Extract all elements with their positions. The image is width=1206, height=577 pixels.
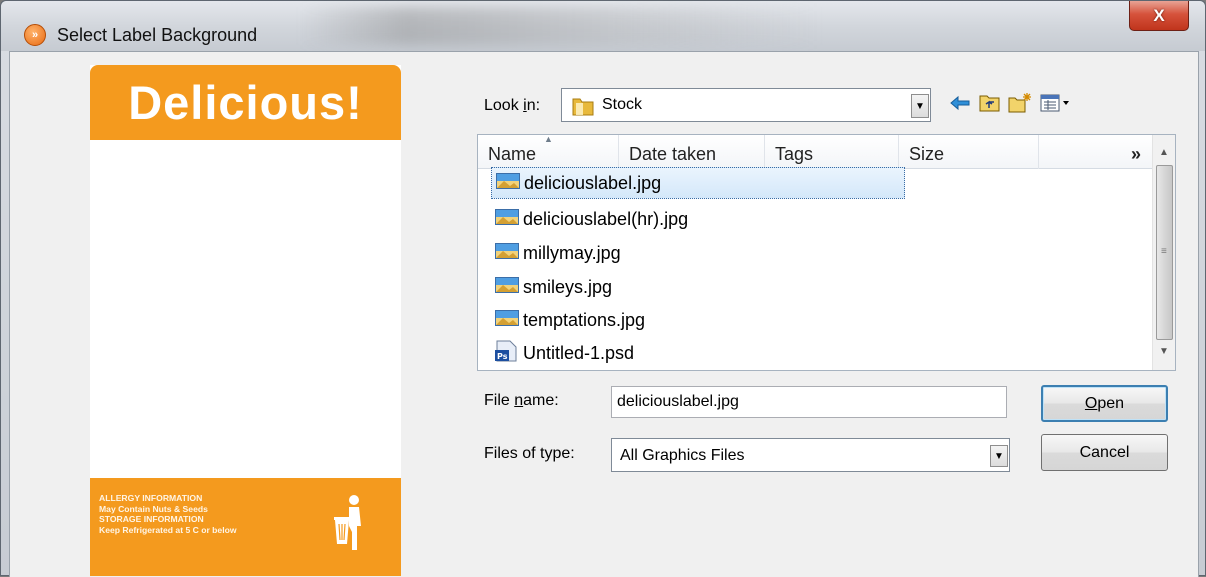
folder-icon [571,95,595,122]
file-row[interactable]: millymay.jpg [491,237,625,269]
file-type-select[interactable]: All Graphics Files ▼ [611,438,1010,472]
look-in-value: Stock [602,96,643,113]
allergy-line: May Contain Nuts & Seeds [99,503,208,514]
image-file-icon [495,275,519,300]
grip-icon: ≡ [1161,246,1167,257]
svg-text:Ps: Ps [497,352,508,361]
file-row[interactable]: temptations.jpg [491,304,649,336]
vertical-scrollbar[interactable]: ▲ ≡ ▼ [1152,135,1175,370]
scroll-down-icon[interactable]: ▼ [1153,340,1175,362]
file-name-label: File name: [484,392,559,409]
dialog-body: Delicious! ALLERGY INFORMATION May Conta… [9,51,1199,577]
file-rows: deliciouslabel.jpg deliciouslabel(hr).jp… [477,134,1153,369]
file-name: smileys.jpg [523,276,613,297]
file-name: millymay.jpg [523,242,621,263]
image-file-icon [495,207,519,232]
dialog-window: » Select Label Background X Delicious! A… [0,0,1206,577]
file-row[interactable]: Ps Untitled-1.psd [491,337,638,369]
image-file-icon [495,241,519,266]
file-name: temptations.jpg [523,309,646,330]
allergy-line: ALLERGY INFORMATION [99,493,203,503]
label-heading: Delicious! [90,65,401,140]
window-title: Select Label Background [57,25,258,45]
psd-file-icon: Ps [495,340,519,367]
file-row[interactable]: smileys.jpg [491,271,616,303]
file-name: Untitled-1.psd [523,342,635,363]
file-type-value: All Graphics Files [620,447,745,464]
app-icon: » [24,24,46,46]
cancel-button[interactable]: Cancel [1041,434,1168,471]
back-arrow-icon[interactable] [948,91,972,115]
close-button[interactable]: X [1129,1,1189,31]
image-file-icon [496,171,520,196]
chevron-down-icon[interactable]: ▼ [911,94,929,118]
background-blur [301,7,821,45]
allergy-line: STORAGE INFORMATION [99,514,204,524]
file-name: deliciouslabel.jpg [524,172,662,193]
view-menu-icon[interactable] [1040,91,1072,115]
look-in-label: Look in: [484,97,541,114]
allergy-line: Keep Refrigerated at 5 C or below [99,524,237,535]
scroll-thumb[interactable]: ≡ [1156,165,1173,340]
label-footer: ALLERGY INFORMATION May Contain Nuts & S… [90,478,401,576]
look-in-dropdown[interactable]: Stock ▼ [561,88,931,122]
new-folder-icon[interactable] [1008,91,1032,115]
tidyman-bin-icon [333,492,365,559]
file-type-label: Files of type: [484,445,575,462]
scroll-up-icon[interactable]: ▲ [1153,141,1175,163]
up-folder-icon[interactable] [978,91,1002,115]
allergy-info: ALLERGY INFORMATION May Contain Nuts & S… [99,493,237,535]
label-preview: Delicious! ALLERGY INFORMATION May Conta… [90,65,401,576]
file-row[interactable]: deliciouslabel.jpg [491,167,905,199]
file-row[interactable]: deliciouslabel(hr).jpg [491,203,692,235]
image-file-icon [495,308,519,333]
chevron-down-icon[interactable]: ▼ [990,445,1008,467]
file-name: deliciouslabel(hr).jpg [523,208,689,229]
open-button[interactable]: Open [1041,385,1168,422]
title-bar[interactable]: » Select Label Background X [1,1,1205,51]
file-name-input[interactable]: deliciouslabel.jpg [611,386,1007,418]
